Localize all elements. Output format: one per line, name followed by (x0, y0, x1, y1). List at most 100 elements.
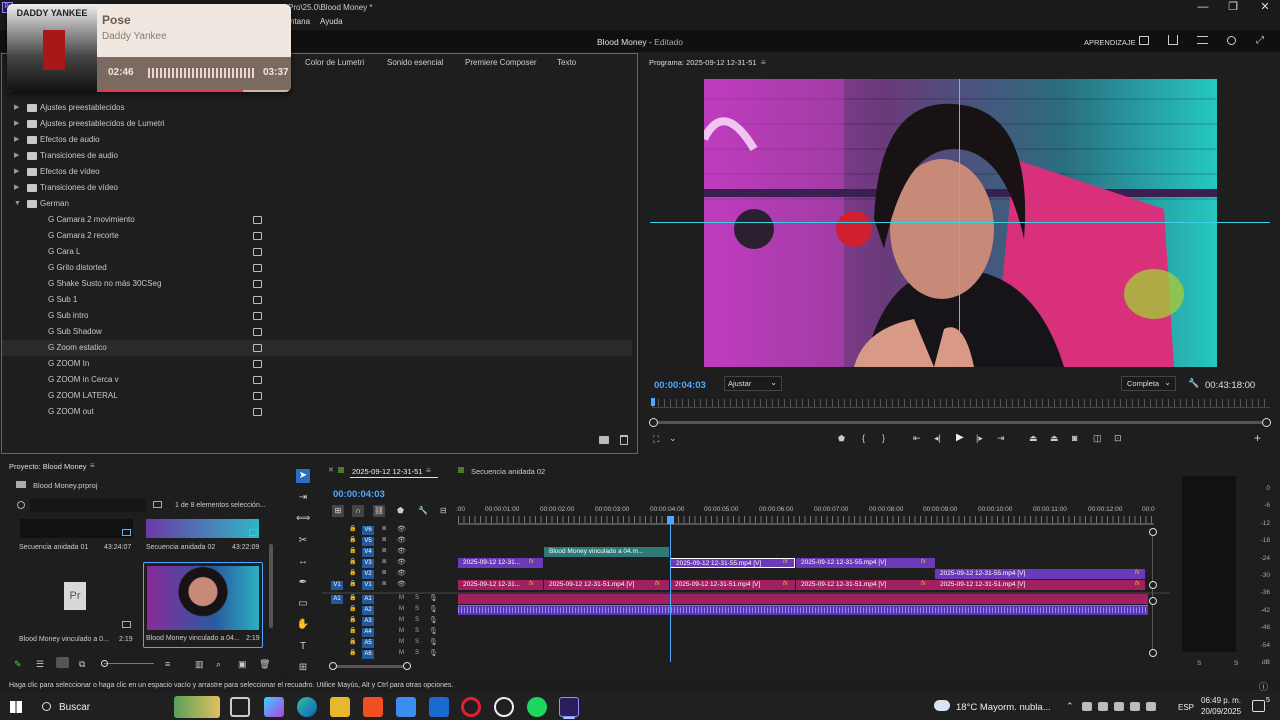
close-tab-icon[interactable]: ✕ (328, 466, 334, 474)
extract-icon[interactable]: ⏏ (1050, 433, 1059, 444)
tab-sequence-main[interactable]: 2025-09-12 12-31-51 (352, 467, 422, 476)
timeline-clip[interactable]: 2025-09-12 12-31-51.mp4 [V] (670, 580, 795, 590)
track-label[interactable]: A6 (362, 650, 374, 659)
tree-item-german[interactable]: ▼ German (2, 196, 632, 212)
weather-text[interactable]: 18°C Mayorm. nubla... (956, 702, 1051, 713)
tray-app-icon[interactable] (1098, 702, 1108, 711)
trash-icon[interactable]: 🗑 (259, 659, 270, 670)
track-label[interactable]: A3 (362, 617, 374, 626)
go-to-in-icon[interactable]: ⇤ (913, 433, 921, 444)
solo-button[interactable]: S (1197, 660, 1201, 667)
scroll-handle[interactable] (1149, 649, 1157, 657)
selection-tool-icon[interactable]: ➤ (296, 469, 310, 483)
microphone-icon[interactable]: 🎙 (429, 605, 438, 613)
camera-icon[interactable]: ◙ (1072, 433, 1077, 443)
timeline-hscroll[interactable] (334, 665, 408, 668)
project-thumb[interactable] (20, 519, 133, 538)
project-thumb-selected[interactable]: Blood Money vinculado a 04... 2:19 (143, 562, 263, 648)
chevron-right-icon[interactable]: ▶ (14, 164, 22, 180)
timeline-clip[interactable]: 2025-09-12 12-31-51.mp4 [V] (796, 580, 935, 590)
brave-icon[interactable] (363, 697, 383, 717)
captions-icon[interactable]: ⊟ (440, 506, 447, 515)
freeform-view-icon[interactable]: ⧉ (79, 659, 85, 670)
track-height-scroll[interactable] (1152, 531, 1153, 653)
track-label[interactable]: V3 (362, 559, 374, 568)
panel-menu-icon[interactable]: ≡ (90, 461, 95, 470)
chatgpt-icon[interactable] (494, 697, 514, 717)
track-select-tool-icon[interactable]: ⇥ (296, 491, 310, 505)
track-label[interactable]: V1 (362, 581, 374, 590)
new-item-icon[interactable]: ▣ (238, 659, 247, 670)
solo-button[interactable]: S (415, 595, 419, 601)
solo-button[interactable]: S (415, 617, 419, 623)
edge-icon[interactable] (297, 697, 317, 717)
tab-premiere-composer[interactable]: Premiere Composer (465, 58, 537, 67)
automate-icon[interactable]: ▥ (195, 659, 204, 670)
hand-tool-icon[interactable]: ✋ (296, 618, 310, 632)
type-tool-icon[interactable]: T (296, 640, 310, 654)
timeline-timecode[interactable]: 00:00:04:03 (333, 489, 385, 500)
project-search-input[interactable] (30, 498, 146, 512)
mute-button[interactable]: M (399, 628, 404, 634)
mute-button[interactable]: M (399, 650, 404, 656)
opera-icon[interactable] (461, 697, 481, 717)
step-back-icon[interactable]: ◂| (934, 433, 941, 444)
preset-item[interactable]: G Sub Shadow (2, 324, 632, 340)
panel-menu-icon[interactable]: ≡ (426, 466, 431, 475)
minimize-button[interactable]: — (1188, 0, 1218, 16)
nest-toggle-icon[interactable]: ⊞ (332, 505, 344, 517)
lock-icon[interactable]: 🔒 (349, 536, 356, 543)
solo-button[interactable]: S (415, 639, 419, 645)
microphone-icon[interactable]: 🎙 (429, 594, 438, 602)
weather-icon[interactable] (934, 700, 950, 711)
project-thumb[interactable] (146, 519, 259, 538)
zoom-scrollbar[interactable] (652, 421, 1270, 424)
work-area-bar[interactable] (458, 523, 1154, 525)
mini-playhead[interactable] (651, 398, 655, 406)
eye-icon[interactable]: 👁 (397, 580, 406, 588)
outlook-icon[interactable] (429, 697, 449, 717)
scroll-handle[interactable] (1149, 597, 1157, 605)
sync-icon[interactable]: ⧈ (382, 536, 386, 544)
scroll-handle-left[interactable] (649, 418, 658, 427)
premiere-taskbar-icon[interactable] (559, 697, 579, 717)
step-forward-icon[interactable]: |▸ (976, 433, 983, 444)
icon-view-icon[interactable] (56, 657, 69, 668)
mark-in-icon[interactable]: { (862, 433, 865, 443)
play-icon[interactable]: ▶ (956, 432, 964, 443)
clock-time[interactable]: 06:49 p. m. (1201, 696, 1241, 705)
vr-icon[interactable]: ⊡ (1114, 433, 1122, 444)
trash-icon[interactable] (620, 435, 628, 445)
track-label[interactable]: V5 (362, 537, 374, 546)
sync-icon[interactable]: ⧈ (382, 580, 386, 588)
learning-button[interactable]: APRENDIZAJE (1084, 38, 1136, 47)
store-icon[interactable] (396, 697, 416, 717)
preset-item[interactable]: G Cara L (2, 244, 632, 260)
scroll-handle[interactable] (1149, 581, 1157, 589)
playhead-marker[interactable] (667, 516, 674, 524)
workspace-panel-icon[interactable] (1139, 36, 1149, 45)
tab-color-lumetri[interactable]: Color de Lumetri (305, 58, 364, 67)
new-bin-icon[interactable] (153, 501, 162, 508)
tab-texto[interactable]: Texto (557, 58, 576, 67)
track-label[interactable]: V6 (362, 526, 374, 535)
chevron-right-icon[interactable]: ▶ (14, 180, 22, 196)
project-thumb[interactable]: Pr (20, 564, 133, 628)
lift-icon[interactable]: ⏏ (1029, 433, 1038, 444)
solo-button[interactable]: S (415, 628, 419, 634)
lock-icon[interactable]: 🔒 (349, 638, 356, 645)
tray-chevron-icon[interactable]: ⌃ (1066, 701, 1074, 712)
file-explorer-icon[interactable] (330, 697, 350, 717)
scroll-handle-right[interactable] (1262, 418, 1271, 427)
lock-icon[interactable]: 🔒 (349, 569, 356, 576)
eye-icon[interactable]: 👁 (397, 525, 406, 533)
chevron-down-icon[interactable]: ⌄ (669, 433, 677, 444)
timeline-clip-selected[interactable]: 2025-09-12 12-31-55.mp4 [V] (670, 558, 795, 568)
scroll-handle[interactable] (1149, 528, 1157, 536)
source-patch-v1[interactable]: V1 (331, 581, 343, 590)
spotify-icon[interactable] (527, 697, 547, 717)
pencil-icon[interactable]: ✎ (14, 659, 22, 670)
preset-item[interactable]: G ZOOM in Cerca v (2, 372, 632, 388)
new-bin-icon[interactable] (599, 436, 609, 444)
settings-wrench-icon[interactable]: 🔧 (418, 506, 428, 515)
